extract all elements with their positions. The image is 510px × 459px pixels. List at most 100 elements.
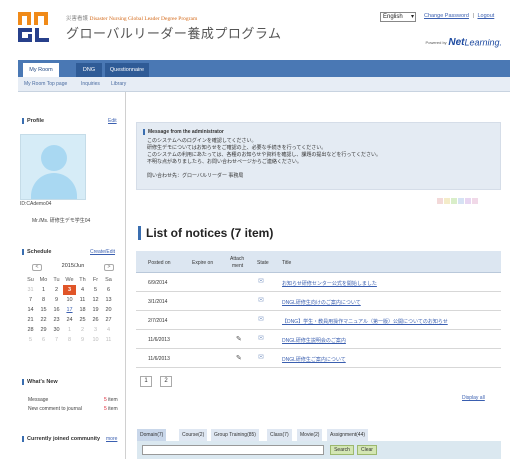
calendar-day[interactable]: 4: [102, 325, 115, 335]
schedule-create-edit-link[interactable]: Create/Edit: [90, 249, 115, 255]
calendar-day[interactable]: 4: [76, 285, 89, 295]
calendar-next-button[interactable]: >: [104, 264, 114, 271]
tab-questionnaire[interactable]: Questionnaire: [105, 63, 149, 77]
calendar-day[interactable]: 5: [24, 335, 37, 345]
color-swatch[interactable]: [437, 198, 443, 204]
color-swatch[interactable]: [444, 198, 450, 204]
calendar-day[interactable]: 11: [102, 335, 115, 345]
calendar-day[interactable]: 21: [24, 315, 37, 325]
dngl-logo: [18, 12, 60, 42]
subtab-library[interactable]: Library: [111, 81, 126, 87]
calendar-day[interactable]: 26: [89, 315, 102, 325]
calendar-day[interactable]: 15: [37, 305, 50, 315]
notice-title-link[interactable]: お知らせ研修センター公式を開始しました: [282, 280, 377, 287]
calendar-day[interactable]: 7: [24, 295, 37, 305]
calendar-day[interactable]: 6: [102, 285, 115, 295]
whats-new-journal-label[interactable]: New comment to journal: [28, 406, 82, 412]
calendar-day[interactable]: 14: [24, 305, 37, 315]
calendar-day[interactable]: 24: [63, 315, 76, 325]
search-button[interactable]: Search: [330, 445, 354, 455]
calendar-day[interactable]: 7: [50, 335, 63, 345]
calendar-day[interactable]: 2: [76, 325, 89, 335]
calendar-day[interactable]: 9: [76, 335, 89, 345]
whats-new-message-count: 5 item: [104, 397, 118, 403]
calendar-day[interactable]: 1: [37, 285, 50, 295]
notice-title-link[interactable]: 【DNG】学生・教員用操作マニュアル（第一版）公開についてのお知らせ: [282, 318, 448, 325]
unread-mail-icon: ✉: [258, 335, 264, 342]
calendar-day[interactable]: 3: [63, 285, 76, 295]
subtab-my-room-top[interactable]: My Room Top page: [24, 81, 67, 87]
communities-title: Currently joined community: [22, 436, 100, 442]
content-tab[interactable]: Domain(7): [137, 429, 167, 441]
content-tabs: Domain(7) Course(2) Group Training(85) Clas…: [137, 429, 501, 441]
calendar-day[interactable]: 31: [24, 285, 37, 295]
tab-my-room[interactable]: My Room: [23, 63, 59, 77]
color-swatch[interactable]: [472, 198, 478, 204]
col-title[interactable]: Title: [282, 260, 291, 266]
calendar-day[interactable]: 16: [50, 305, 63, 315]
content-tab[interactable]: Assignment(44): [327, 429, 369, 441]
content-tab[interactable]: Group Training(85): [211, 429, 259, 441]
col-attachment[interactable]: Attach: [230, 256, 244, 262]
calendar-day[interactable]: 23: [50, 315, 63, 325]
notice-row[interactable]: 11/6/2013 ✎ ✉ DNGL研修生ご案内について: [136, 349, 501, 368]
calendar-prev-button[interactable]: <: [32, 264, 42, 271]
notice-posted-on: 11/6/2013: [148, 356, 170, 362]
notice-title-link[interactable]: DNGL研修生向けのご案内について: [282, 299, 361, 306]
notice-row[interactable]: 11/6/2013 ✎ ✉ DNGL研修生説明会のご案内: [136, 330, 501, 349]
subtab-inquiries[interactable]: Inquiries: [81, 81, 100, 87]
language-select[interactable]: English: [380, 12, 416, 22]
calendar-day[interactable]: 2: [50, 285, 63, 295]
calendar-day[interactable]: 13: [102, 295, 115, 305]
calendar-day[interactable]: 3: [89, 325, 102, 335]
calendar-day[interactable]: 22: [37, 315, 50, 325]
clear-button[interactable]: Clear: [357, 445, 377, 455]
calendar-day[interactable]: 5: [89, 285, 102, 295]
notice-title-link[interactable]: DNGL研修生ご案内について: [282, 356, 346, 363]
color-swatch[interactable]: [451, 198, 457, 204]
logout-link[interactable]: Logout: [477, 13, 494, 19]
page-2-button[interactable]: 2: [160, 376, 172, 387]
calendar-day[interactable]: 1: [63, 325, 76, 335]
calendar-day[interactable]: 17: [63, 305, 76, 315]
calendar-day[interactable]: 8: [63, 335, 76, 345]
content-tab[interactable]: Course(2): [179, 429, 208, 441]
color-swatch[interactable]: [465, 198, 471, 204]
calendar-day[interactable]: 19: [89, 305, 102, 315]
search-input[interactable]: [142, 445, 324, 455]
whats-new-message-label[interactable]: Message: [28, 397, 48, 403]
content-tab[interactable]: Class(7): [267, 429, 292, 441]
calendar-day[interactable]: 28: [24, 325, 37, 335]
calendar-day[interactable]: 9: [50, 295, 63, 305]
calendar-day[interactable]: 11: [76, 295, 89, 305]
communities-more-link[interactable]: more: [106, 436, 117, 442]
profile-edit-link[interactable]: Edit: [108, 118, 117, 124]
calendar-day[interactable]: 30: [50, 325, 63, 335]
notice-row[interactable]: 2/7/2014 ✉ 【DNG】学生・教員用操作マニュアル（第一版）公開についてのお…: [136, 311, 501, 330]
col-state[interactable]: State: [257, 260, 269, 266]
page-1-button[interactable]: 1: [140, 376, 152, 387]
col-posted-on[interactable]: Posted on: [148, 260, 171, 266]
calendar-day[interactable]: 10: [63, 295, 76, 305]
calendar-day[interactable]: 25: [76, 315, 89, 325]
calendar-day[interactable]: 8: [37, 295, 50, 305]
calendar-day[interactable]: 12: [89, 295, 102, 305]
notice-row[interactable]: 6/9/2014 ✉ お知らせ研修センター公式を開始しました: [136, 273, 501, 292]
program-prefix: 災害看護: [66, 16, 89, 22]
notice-title-link[interactable]: DNGL研修生説明会のご案内: [282, 337, 346, 344]
calendar-day[interactable]: 20: [102, 305, 115, 315]
calendar-day[interactable]: 6: [37, 335, 50, 345]
calendar-day[interactable]: 10: [89, 335, 102, 345]
content-tab[interactable]: Movie(2): [297, 429, 323, 441]
calendar-header: < 2015/Jun >: [24, 263, 122, 273]
change-password-link[interactable]: Change Password: [424, 13, 469, 19]
display-all-link[interactable]: Display all: [462, 395, 485, 401]
program-name-en: 災害看護 Disaster Nursing Global Leader Degr…: [66, 14, 197, 22]
tab-dng[interactable]: DNG: [76, 63, 102, 77]
notice-row[interactable]: 3/1/2014 ✉ DNGL研修生向けのご案内について: [136, 292, 501, 311]
calendar-day[interactable]: 29: [37, 325, 50, 335]
calendar-day[interactable]: 18: [76, 305, 89, 315]
calendar-day[interactable]: 27: [102, 315, 115, 325]
col-expire-on[interactable]: Expire on: [192, 260, 213, 266]
color-swatch[interactable]: [458, 198, 464, 204]
